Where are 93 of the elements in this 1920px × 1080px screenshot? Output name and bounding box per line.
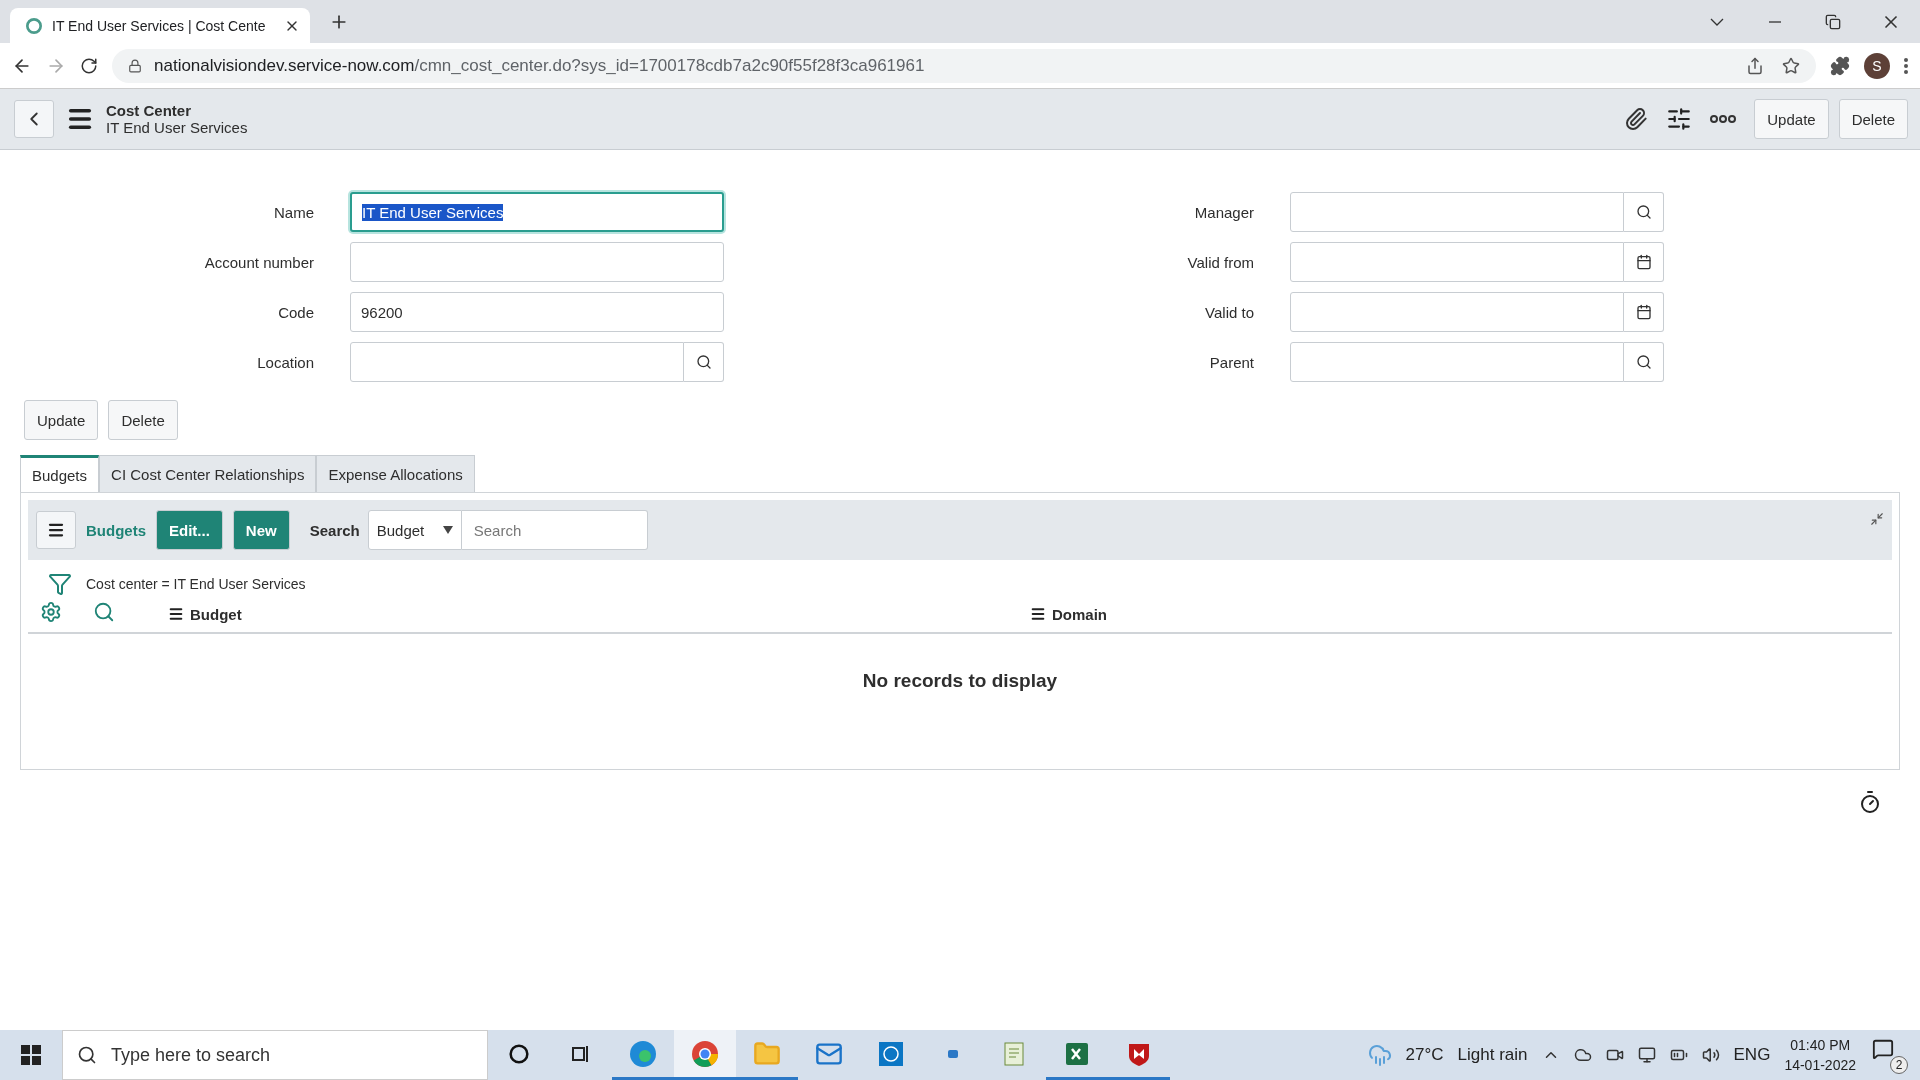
text-field[interactable] (1290, 192, 1624, 232)
address-bar[interactable]: nationalvisiondev.service-now.com/cmn_cost_center.do?sys_id=1700178cdb7a2c90f55f28f3ca961961 (112, 48, 1816, 83)
column-menu-icon (1030, 606, 1046, 622)
list-menu-button[interactable] (36, 511, 76, 549)
field-label: Account number (203, 253, 314, 271)
cortana-icon (509, 1043, 529, 1064)
search-input[interactable]: Search (461, 510, 648, 550)
temperature: 27°C (1405, 1045, 1444, 1065)
field-label: Location (256, 353, 314, 371)
list-button[interactable]: Edit... (156, 510, 223, 550)
field-label: Code (277, 303, 314, 321)
search-icon (77, 1045, 97, 1065)
calendar-button[interactable] (1624, 242, 1664, 282)
lookup-button[interactable] (1624, 192, 1664, 232)
chevron-down-icon[interactable] (1710, 17, 1724, 26)
profile-avatar[interactable]: S (1864, 52, 1890, 79)
paperclip-icon (1624, 107, 1649, 131)
search-icon (93, 601, 115, 623)
record-name: IT End User Services (106, 119, 248, 136)
chrome-icon (690, 1038, 720, 1069)
restore-icon (1825, 13, 1841, 30)
calendar-icon (1635, 254, 1652, 270)
windows-icon[interactable] (21, 1045, 41, 1065)
cloud-icon (1573, 1046, 1592, 1064)
text-field[interactable] (1290, 242, 1624, 282)
table-name: Cost Center (106, 102, 192, 119)
sliders-icon (1666, 106, 1693, 132)
clock[interactable]: 01:40 PM 14-01-2022 (1784, 1037, 1856, 1073)
filter-icon (48, 572, 72, 596)
related-list-tab[interactable]: CI Cost Center Relationships (99, 455, 317, 492)
taskbar-app[interactable] (674, 1030, 736, 1080)
column-header[interactable]: Domain (1030, 605, 1892, 623)
text-field[interactable]: IT End User Services (350, 192, 724, 232)
column-menu-icon (168, 606, 184, 622)
more-icon[interactable] (1710, 115, 1737, 123)
column-header[interactable]: Budget (168, 605, 1030, 623)
caret-icon (442, 526, 453, 534)
text-field[interactable] (350, 342, 684, 382)
lookup-button[interactable] (1624, 342, 1664, 382)
calendar-icon (1635, 304, 1652, 320)
collapse-icon (1870, 512, 1884, 526)
weather-condition: Light rain (1457, 1045, 1528, 1065)
related-list-tab[interactable]: Expense Allocations (316, 455, 475, 492)
search-label: Search (309, 521, 360, 539)
edge-icon (628, 1038, 658, 1069)
text-field[interactable]: 96200 (350, 292, 724, 332)
text-field[interactable] (1290, 342, 1624, 382)
form-button[interactable]: Delete (108, 400, 178, 440)
menu-icon (47, 521, 65, 539)
network-icon (1637, 1046, 1656, 1064)
list-title[interactable]: Budgets (86, 521, 146, 539)
form-button[interactable]: Update (24, 400, 99, 440)
minimize-icon[interactable] (1769, 20, 1781, 23)
notifications-button[interactable]: 2 (1870, 1036, 1908, 1074)
field-label: Parent (1208, 353, 1254, 371)
app-logo-icon (948, 1049, 958, 1058)
timer-icon (1858, 790, 1882, 814)
header-button[interactable]: Update (1754, 99, 1829, 139)
search-icon (695, 354, 712, 370)
browser-tab[interactable]: IT End User Services | Cost Cente (10, 8, 310, 43)
back-button[interactable] (14, 100, 54, 138)
reload-icon (80, 56, 98, 75)
empty-message: No records to display (862, 670, 1058, 693)
favicon-icon (26, 17, 42, 34)
weather-icon (1367, 1043, 1392, 1067)
related-list-tab[interactable]: Budgets (20, 455, 100, 492)
text-field[interactable] (1290, 292, 1624, 332)
lock-icon (128, 58, 142, 73)
lookup-button[interactable] (684, 342, 724, 382)
field-label: Name (273, 203, 314, 221)
folder-icon (753, 1039, 781, 1068)
list-button[interactable]: New (232, 510, 290, 550)
star-icon (1782, 56, 1800, 75)
header-button[interactable]: Delete (1838, 99, 1908, 139)
notification-icon (1872, 1038, 1894, 1060)
tab-title: IT End User Services | Cost Cente (52, 17, 267, 34)
filter-condition: Cost center = IT End User Services (86, 576, 306, 592)
field-label: Valid to (1204, 303, 1254, 321)
more-icon[interactable] (1904, 57, 1908, 74)
share-icon (1746, 56, 1764, 75)
puzzle-icon (1830, 55, 1850, 76)
settings-icon (40, 601, 62, 623)
task-view-icon[interactable] (571, 1043, 591, 1064)
search-icon (1635, 354, 1652, 370)
language[interactable]: ENG (1733, 1045, 1771, 1065)
search-icon (1635, 204, 1652, 220)
field-label: Valid from (1186, 253, 1254, 271)
volume-icon (1701, 1046, 1720, 1064)
search-field-select[interactable]: Budget (367, 510, 462, 550)
text-field[interactable] (350, 242, 724, 282)
field-label: Manager (1193, 203, 1254, 221)
calendar-button[interactable] (1624, 292, 1664, 332)
taskbar-search[interactable]: Type here to search (62, 1030, 488, 1080)
